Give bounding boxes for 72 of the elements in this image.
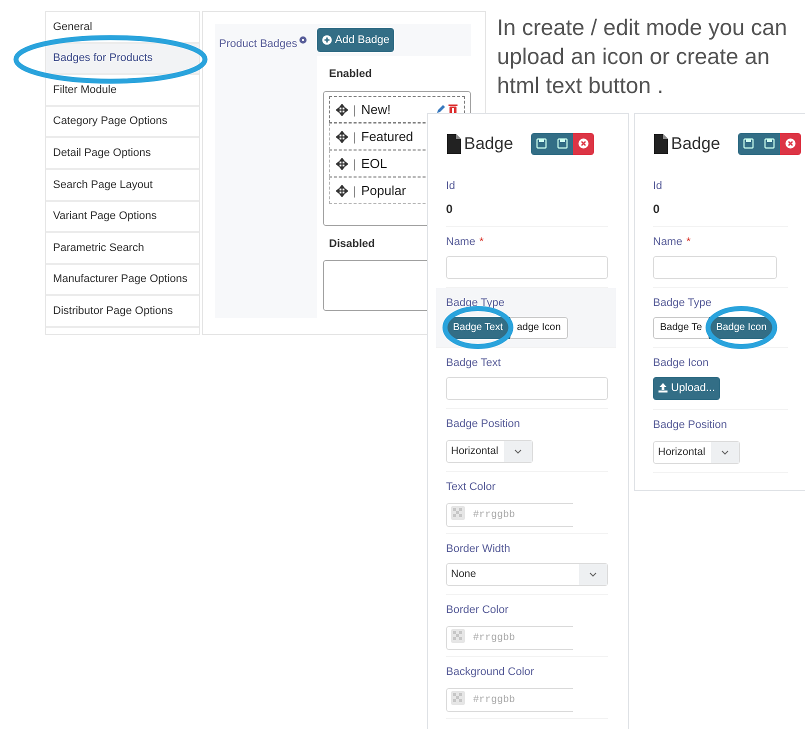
separator-text: | [353, 102, 356, 118]
document-icon [653, 134, 669, 154]
save-icon [557, 138, 568, 150]
field-label: Badge Position [653, 418, 728, 433]
separator-text: | [353, 182, 356, 200]
field-label: Name [446, 236, 476, 248]
document-icon [446, 134, 462, 154]
dropdown[interactable]: Horizontal [446, 440, 534, 463]
input-field[interactable] [653, 256, 777, 278]
upload-button[interactable]: Upload... [653, 376, 720, 400]
save-icon [743, 138, 754, 150]
caret-icon [589, 572, 597, 577]
plus-icon [322, 35, 332, 45]
move-icon [336, 158, 348, 170]
field-label: Badge Text [446, 356, 502, 370]
swatch-icon [451, 690, 465, 705]
field-label: Border Width [446, 542, 512, 557]
move-icon [336, 104, 348, 116]
caption-text: In create / edit mode you can upload an icon or create an html text button . [497, 14, 788, 100]
input-field[interactable] [446, 376, 608, 400]
save-icon [764, 138, 776, 150]
color-input[interactable]: #rrggbb [446, 688, 573, 712]
badge-name: EOL [361, 154, 388, 173]
field-label: Id [446, 178, 456, 194]
field-label: Badge Type [446, 296, 506, 310]
field-label: Background Color [446, 664, 536, 680]
input-field[interactable] [446, 256, 608, 278]
save-button[interactable] [531, 132, 552, 155]
sidebar-item[interactable]: Badges for Products [46, 44, 199, 76]
field-label: Product Badges [219, 37, 298, 52]
required-mark: * [479, 236, 484, 248]
separator-text: | [353, 156, 356, 172]
field-label: Badge Position [446, 416, 521, 432]
section-title: Disabled [329, 237, 375, 252]
save-button[interactable] [738, 132, 760, 155]
required-mark: * [686, 236, 691, 248]
swatch-icon [451, 628, 465, 643]
color-input[interactable]: #rrggbb [446, 503, 573, 528]
field-label: Text Color [446, 480, 497, 495]
move-icon [336, 130, 348, 142]
field-value: 0 [653, 200, 661, 218]
dropdown[interactable]: None [446, 562, 608, 586]
dropdown[interactable]: Horizontal [653, 441, 740, 464]
close-icon [578, 138, 590, 150]
field-label: Name [653, 236, 682, 248]
close-icon [785, 138, 796, 150]
badge-name: Featured [361, 128, 414, 146]
form-title: Badge [671, 133, 720, 155]
color-input[interactable]: #rrggbb [446, 626, 573, 650]
separator-text: | [353, 128, 356, 146]
caret-icon [721, 450, 730, 456]
form-title: Badge [464, 133, 514, 155]
save-button[interactable] [759, 132, 780, 155]
toggle-option[interactable]: adge Icon [510, 316, 568, 338]
save-button[interactable] [552, 132, 574, 155]
move-icon [336, 184, 348, 196]
upload-icon [658, 383, 668, 393]
caret-icon [514, 448, 522, 454]
field-label: Badge Icon [653, 356, 710, 370]
field-label: Badge Type [653, 296, 713, 310]
badge-name: New! [361, 100, 391, 119]
save-icon [536, 138, 548, 150]
help-icon [299, 36, 308, 44]
add-badge-button[interactable]: Add Badge [317, 28, 394, 52]
field-label: Id [653, 178, 664, 194]
badge-name: Popular [361, 182, 406, 200]
swatch-icon [451, 506, 465, 520]
close-button[interactable] [780, 132, 802, 155]
toggle-option[interactable]: Badge Te [653, 316, 710, 338]
close-button[interactable] [573, 132, 594, 155]
section-title: Enabled [329, 67, 372, 82]
field-label: Border Color [446, 602, 510, 618]
